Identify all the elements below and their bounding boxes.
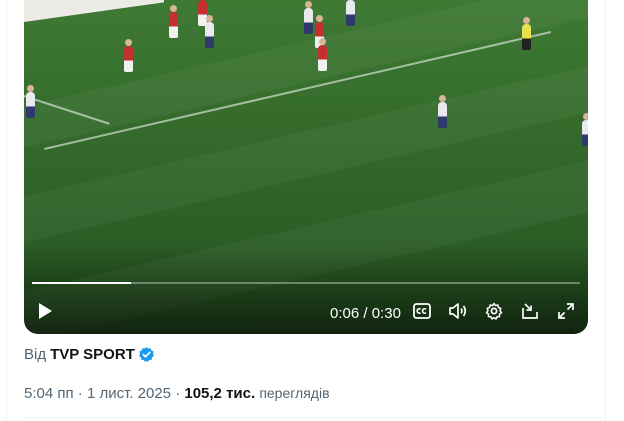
fullscreen-icon (557, 302, 575, 325)
referee (522, 17, 531, 50)
progress-bar[interactable] (32, 282, 580, 284)
volume-icon (448, 302, 468, 325)
player (124, 39, 133, 72)
player (318, 38, 327, 71)
player (582, 113, 588, 146)
player (438, 95, 447, 128)
settings-button[interactable] (481, 300, 507, 326)
separator-dot: · (77, 385, 83, 402)
play-icon (37, 302, 53, 325)
dock-button[interactable] (517, 300, 543, 326)
progress-fill (32, 282, 131, 284)
player (169, 5, 178, 38)
captions-button[interactable] (409, 300, 435, 326)
video-source: Від TVP SPORT (24, 346, 155, 363)
source-prefix: Від (24, 346, 47, 363)
volume-button[interactable] (445, 300, 471, 326)
settings-icon (485, 302, 503, 325)
captions-icon (413, 302, 431, 324)
post-time-link[interactable]: 5:04 пп (24, 385, 74, 402)
post-date-link[interactable]: 1 лист. 2025 (87, 385, 171, 402)
player (26, 85, 35, 118)
time-current: 0:06 (330, 305, 360, 322)
views-count: 105,2 тис. (184, 385, 256, 402)
player (346, 0, 355, 26)
advertising-board (24, 0, 164, 22)
source-name-link[interactable]: TVP SPORT (50, 346, 135, 363)
play-button[interactable] (32, 300, 58, 326)
time-separator: / (363, 305, 368, 322)
fullscreen-button[interactable] (553, 300, 579, 326)
verified-badge-icon (138, 346, 155, 363)
views-label: переглядів (259, 385, 330, 401)
divider (24, 417, 600, 418)
time-display: 0:06 / 0:30 (330, 305, 401, 322)
separator-dot: · (175, 385, 181, 402)
time-total: 0:30 (371, 305, 401, 322)
dock-icon (521, 302, 539, 325)
player (304, 1, 313, 34)
player (205, 15, 214, 48)
video-player[interactable]: 0:06 / 0:30 (24, 0, 588, 334)
post-meta: 5:04 пп · 1 лист. 2025 · 105,2 тис. пере… (24, 385, 330, 402)
